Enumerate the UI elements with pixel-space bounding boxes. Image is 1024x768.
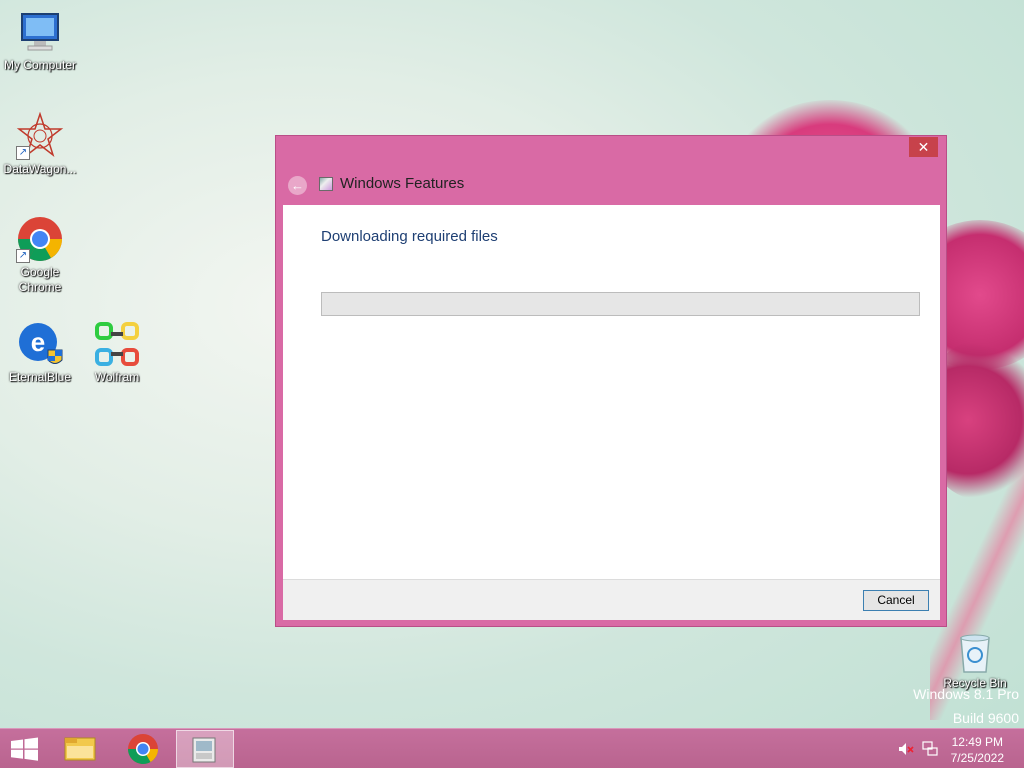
- download-progress-bar: [321, 292, 920, 316]
- desktop-icon-label: DataWagon...: [3, 162, 77, 176]
- start-button[interactable]: [0, 730, 58, 768]
- recycle-bin-icon: [955, 632, 995, 674]
- windows-start-icon: [11, 737, 38, 761]
- dialog-footer: Cancel: [283, 579, 940, 620]
- desktop-icon-label: Wolfram: [94, 370, 140, 384]
- windows-features-dialog: ✕ ← Windows Features Downloading require…: [275, 135, 947, 627]
- cancel-button[interactable]: Cancel: [863, 590, 929, 611]
- taskbar-file-explorer[interactable]: [53, 730, 111, 768]
- desktop-icon-google-chrome[interactable]: ↗ Google Chrome: [0, 215, 80, 295]
- desktop-icon-my-computer[interactable]: My Computer: [0, 8, 80, 73]
- system-clock[interactable]: 12:49 PM 7/25/2022: [951, 734, 1004, 766]
- wolfram-icon: [93, 320, 141, 368]
- status-heading: Downloading required files: [321, 228, 498, 245]
- clock-date: 7/25/2022: [950, 751, 1004, 765]
- dialog-content: Downloading required files: [283, 205, 940, 579]
- clock-time: 12:49 PM: [951, 735, 1003, 749]
- desktop-icon-label: Recycle Bin: [943, 676, 1007, 690]
- datawagon-icon: ↗: [16, 111, 64, 160]
- computer-icon: [16, 8, 64, 56]
- dialog-title: Windows Features: [340, 175, 465, 192]
- shortcut-arrow-icon: ↗: [16, 146, 30, 160]
- windows-build-watermark: Build 9600: [952, 710, 1019, 726]
- desktop-icon-wolfram[interactable]: Wolfram: [77, 320, 157, 385]
- desktop-icon-datawagon[interactable]: ↗ DataWagon...: [0, 111, 80, 177]
- close-button[interactable]: ✕: [909, 137, 938, 157]
- svg-text:e: e: [31, 327, 45, 357]
- shortcut-arrow-icon: ↗: [16, 249, 30, 263]
- chrome-icon: ↗: [16, 215, 64, 263]
- taskbar: 12:49 PM 7/25/2022: [0, 728, 1024, 768]
- chrome-icon: [128, 734, 158, 765]
- desktop-icon-label: My Computer: [3, 58, 77, 72]
- back-arrow-icon[interactable]: ←: [288, 176, 307, 195]
- desktop-icon-recycle-bin[interactable]: Recycle Bin: [935, 632, 1015, 691]
- desktop-icon-label: EternalBlue: [8, 370, 72, 384]
- desktop-icon-eternalblue[interactable]: e EternalBlue: [0, 320, 80, 385]
- eternalblue-icon: e: [16, 320, 64, 368]
- windows-features-icon: [319, 177, 333, 191]
- volume-muted-icon[interactable]: [898, 741, 914, 757]
- windows-features-icon: [192, 737, 216, 763]
- desktop-icon-label: Google Chrome: [18, 265, 62, 294]
- network-icon[interactable]: [922, 741, 938, 757]
- file-explorer-icon: [64, 737, 96, 761]
- taskbar-windows-features[interactable]: [176, 730, 234, 768]
- taskbar-google-chrome[interactable]: [114, 730, 172, 768]
